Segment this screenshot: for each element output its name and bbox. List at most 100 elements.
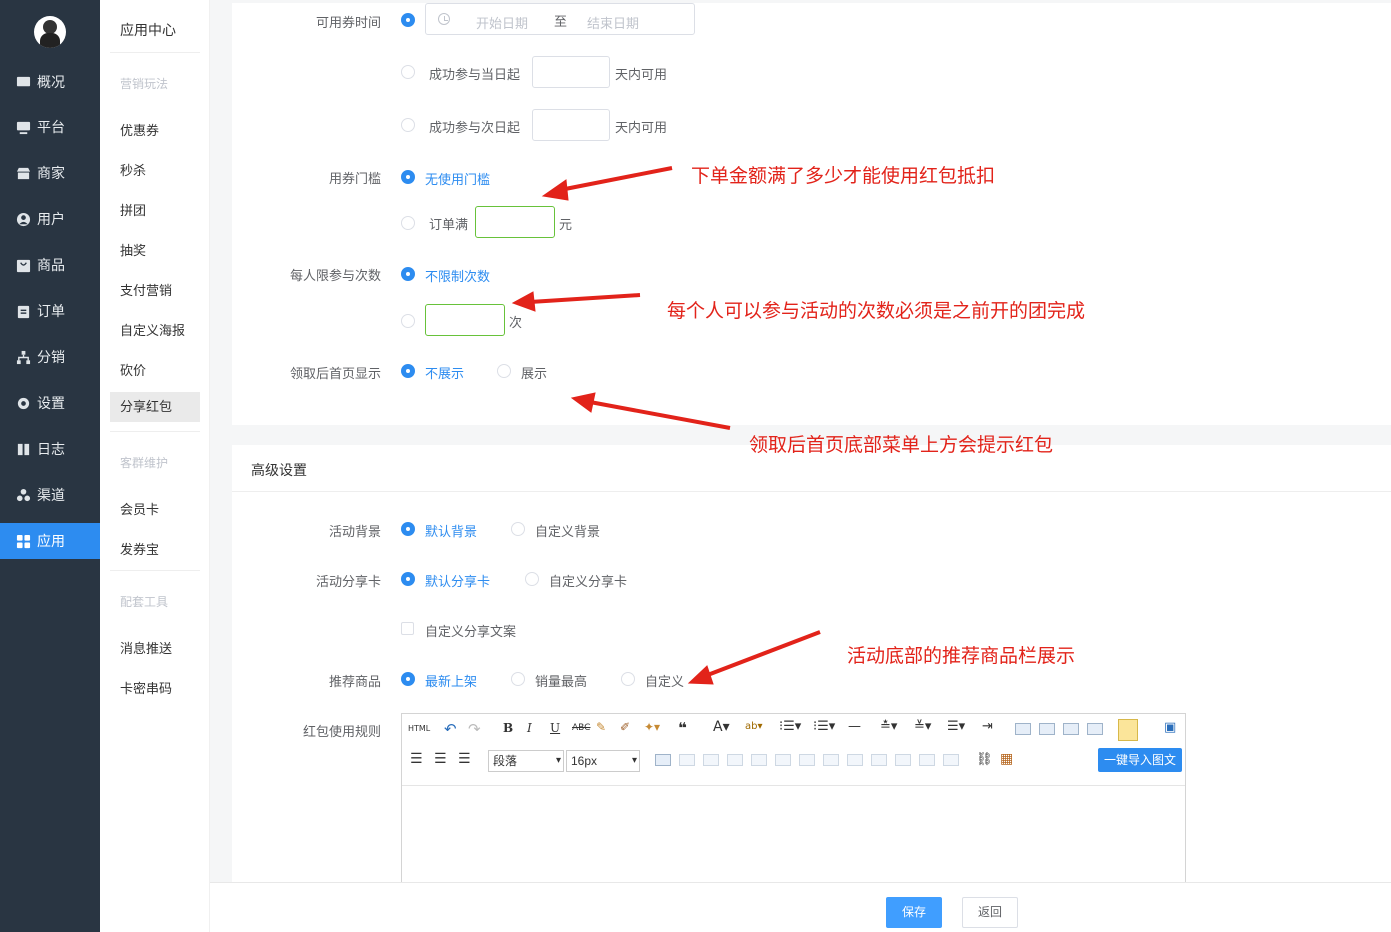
nav-item-channels[interactable]: 渠道 [0, 477, 100, 513]
align-right-icon[interactable]: ☰ [434, 751, 447, 767]
radio-next-day[interactable] [401, 118, 415, 132]
split-rows-icon[interactable] [919, 754, 935, 766]
order-amount-input[interactable] [475, 206, 555, 238]
merge-down-icon[interactable] [871, 754, 887, 766]
insert-image-icon[interactable]: ▦ [1000, 751, 1013, 767]
subnav-item-coupon-tool[interactable]: 发券宝 [120, 539, 159, 558]
font-size-select[interactable]: 16px [566, 750, 640, 772]
nav-item-distribution[interactable]: 分销 [0, 339, 100, 375]
subnav-item-message-push[interactable]: 消息推送 [120, 638, 172, 657]
radio-hide[interactable] [401, 364, 415, 378]
subnav-item-flash-sale[interactable]: 秒杀 [120, 160, 146, 179]
nav-item-user[interactable]: 用户 [0, 201, 100, 237]
horizontal-rule-icon[interactable]: — [848, 719, 861, 734]
nav-label: 分销 [37, 349, 65, 365]
html-source-button[interactable]: HTML [408, 724, 430, 733]
subnav-item-pay-marketing[interactable]: 支付营销 [120, 280, 172, 299]
underline-icon[interactable]: U [550, 721, 560, 735]
date-range-picker[interactable]: 开始日期 至 结束日期 [425, 3, 695, 35]
strikethrough-icon[interactable]: ABC [572, 723, 590, 733]
row-spacing-top-icon[interactable]: ≛▾ [880, 719, 897, 734]
indent-icon[interactable]: ⇥ [982, 719, 993, 734]
undo-icon[interactable]: ↶ [444, 720, 457, 738]
preview-icon[interactable]: ▣ [1164, 720, 1176, 735]
radio-same-day[interactable] [401, 65, 415, 79]
radio-unlimited[interactable] [401, 267, 415, 281]
insert-table-icon[interactable] [655, 754, 671, 766]
split-cells-icon[interactable] [895, 754, 911, 766]
ordered-list-icon[interactable]: ⁝☰▾ [779, 719, 801, 734]
bold-icon[interactable]: B [503, 721, 513, 735]
save-button[interactable]: 保存 [886, 897, 942, 928]
rich-text-editor[interactable]: HTML ↶ ↷ B I U ABC ✎ ✐ ✦▾ ❝ A▾ ab▾ ⁝☰▾ ⁝… [401, 713, 1186, 885]
image-right-icon[interactable] [1063, 723, 1079, 735]
font-color-icon[interactable]: A▾ [713, 719, 730, 735]
blockquote-icon[interactable]: ❝ [678, 719, 687, 737]
radio-default-bg[interactable] [401, 522, 415, 536]
merge-cells-icon[interactable] [823, 754, 839, 766]
nav-label: 渠道 [37, 487, 65, 503]
radio-top-sales[interactable] [511, 672, 525, 686]
insert-paragraph-before-table-icon[interactable] [703, 754, 719, 766]
nav-item-overview[interactable]: 概况 [0, 64, 100, 100]
nav-item-merchant[interactable]: 商家 [0, 155, 100, 191]
radio-newest[interactable] [401, 672, 415, 686]
avatar[interactable] [34, 16, 66, 48]
radio-default-card[interactable] [401, 572, 415, 586]
redo-icon[interactable]: ↷ [468, 720, 481, 738]
option-label: 不限制次数 [425, 269, 491, 284]
unordered-list-icon[interactable]: ⁝☰▾ [813, 719, 835, 734]
radio-custom-bg[interactable] [511, 522, 525, 536]
eraser-icon[interactable]: ✎ [596, 720, 606, 734]
subnav-item-lottery[interactable]: 抽奖 [120, 240, 146, 259]
one-click-import-button[interactable]: 一键导入图文 [1098, 748, 1182, 772]
delete-column-icon[interactable] [799, 754, 815, 766]
insert-column-icon[interactable] [775, 754, 791, 766]
paragraph-select[interactable]: 段落 [488, 750, 564, 772]
limit-count-input[interactable] [425, 304, 505, 336]
row-spacing-bottom-icon[interactable]: ≚▾ [914, 719, 931, 734]
subnav-item-coupon[interactable]: 优惠券 [120, 120, 159, 139]
align-left-icon[interactable]: ☰ [410, 751, 423, 767]
line-height-icon[interactable]: ☰▾ [947, 719, 965, 734]
paragraph-format-icon[interactable] [1118, 719, 1138, 741]
subnav-item-group-buy[interactable]: 拼团 [120, 200, 146, 219]
radio-limited[interactable] [401, 314, 415, 328]
align-justify-icon[interactable]: ☰ [458, 751, 471, 767]
image-none-icon[interactable] [1015, 723, 1031, 735]
nav-item-goods[interactable]: 商品 [0, 247, 100, 283]
custom-copy-checkbox[interactable] [401, 622, 414, 635]
subnav-item-poster[interactable]: 自定义海报 [120, 320, 185, 339]
back-button[interactable]: 返回 [962, 897, 1018, 928]
subnav-item-member-card[interactable]: 会员卡 [120, 499, 159, 518]
nav-item-platform[interactable]: 平台 [0, 109, 100, 145]
delete-row-icon[interactable] [751, 754, 767, 766]
format-painter-icon[interactable]: ✐ [620, 720, 630, 734]
radio-custom-card[interactable] [525, 572, 539, 586]
nav-item-logs[interactable]: 日志 [0, 431, 100, 467]
same-day-input[interactable] [532, 56, 610, 88]
nav-item-orders[interactable]: 订单 [0, 293, 100, 329]
section-title: 高级设置 [251, 462, 307, 478]
split-cols-icon[interactable] [943, 754, 959, 766]
radio-show[interactable] [497, 364, 511, 378]
radio-custom-goods[interactable] [621, 672, 635, 686]
next-day-input[interactable] [532, 109, 610, 141]
subnav-item-bargain[interactable]: 砍价 [120, 360, 146, 379]
subnav-item-share-redpacket[interactable]: 分享红包 [110, 392, 200, 422]
auto-format-icon[interactable]: ✦▾ [644, 720, 660, 734]
radio-order-threshold[interactable] [401, 216, 415, 230]
nav-item-settings[interactable]: 设置 [0, 385, 100, 421]
link-icon[interactable]: ⛓ [976, 752, 993, 767]
insert-row-icon[interactable] [727, 754, 743, 766]
delete-table-icon[interactable] [679, 754, 695, 766]
radio-no-threshold[interactable] [401, 170, 415, 184]
subnav-item-card-codes[interactable]: 卡密串码 [120, 678, 172, 697]
image-left-icon[interactable] [1039, 723, 1055, 735]
italic-icon[interactable]: I [527, 721, 532, 735]
radio-date-range[interactable] [401, 13, 415, 27]
merge-right-icon[interactable] [847, 754, 863, 766]
nav-item-apps[interactable]: 应用 [0, 523, 100, 559]
highlight-color-icon[interactable]: ab▾ [745, 721, 763, 732]
image-center-icon[interactable] [1087, 723, 1103, 735]
